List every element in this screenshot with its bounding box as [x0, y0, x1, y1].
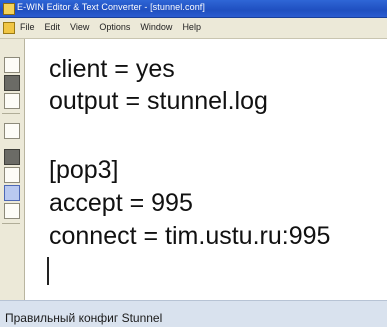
save-icon[interactable] [4, 75, 20, 91]
open-file-icon[interactable] [4, 93, 20, 109]
menu-edit[interactable]: Edit [45, 22, 61, 32]
editor-line: client = yes [49, 55, 175, 83]
new-file-icon[interactable] [4, 57, 20, 73]
text-editor[interactable]: client = yes output = stunnel.log [pop3]… [25, 39, 387, 300]
font-icon[interactable] [4, 185, 20, 201]
figure-caption: Правильный конфиг Stunnel [5, 311, 163, 325]
copy-icon[interactable] [4, 149, 20, 165]
editor-window: E-WIN Editor & Text Converter - [stunnel… [0, 0, 387, 300]
editor-line: [pop3] [49, 156, 119, 184]
cut-icon[interactable] [4, 123, 20, 139]
editor-line: connect = tim.ustu.ru:995 [49, 222, 331, 250]
menu-options[interactable]: Options [99, 22, 130, 32]
editor-line: output = stunnel.log [49, 87, 268, 115]
editor-line: accept = 995 [49, 189, 193, 217]
find-icon[interactable] [4, 203, 20, 219]
window-title: E-WIN Editor & Text Converter - [stunnel… [17, 2, 206, 12]
menu-items: File Edit View Options Window Help [20, 22, 211, 32]
menu-view[interactable]: View [70, 22, 89, 32]
toolbar-divider [2, 113, 20, 114]
menu-file[interactable]: File [20, 22, 35, 32]
toolbar-divider [2, 223, 20, 224]
text-cursor [47, 257, 49, 285]
menu-window[interactable]: Window [140, 22, 172, 32]
app-icon [3, 3, 15, 15]
title-bar[interactable]: E-WIN Editor & Text Converter - [stunnel… [0, 0, 387, 18]
menu-bar: File Edit View Options Window Help [0, 18, 387, 39]
caption-bar: Правильный конфиг Stunnel [0, 300, 387, 327]
menu-help[interactable]: Help [182, 22, 201, 32]
document-icon[interactable] [3, 22, 15, 34]
vertical-toolbar [0, 39, 25, 300]
paste-icon[interactable] [4, 167, 20, 183]
